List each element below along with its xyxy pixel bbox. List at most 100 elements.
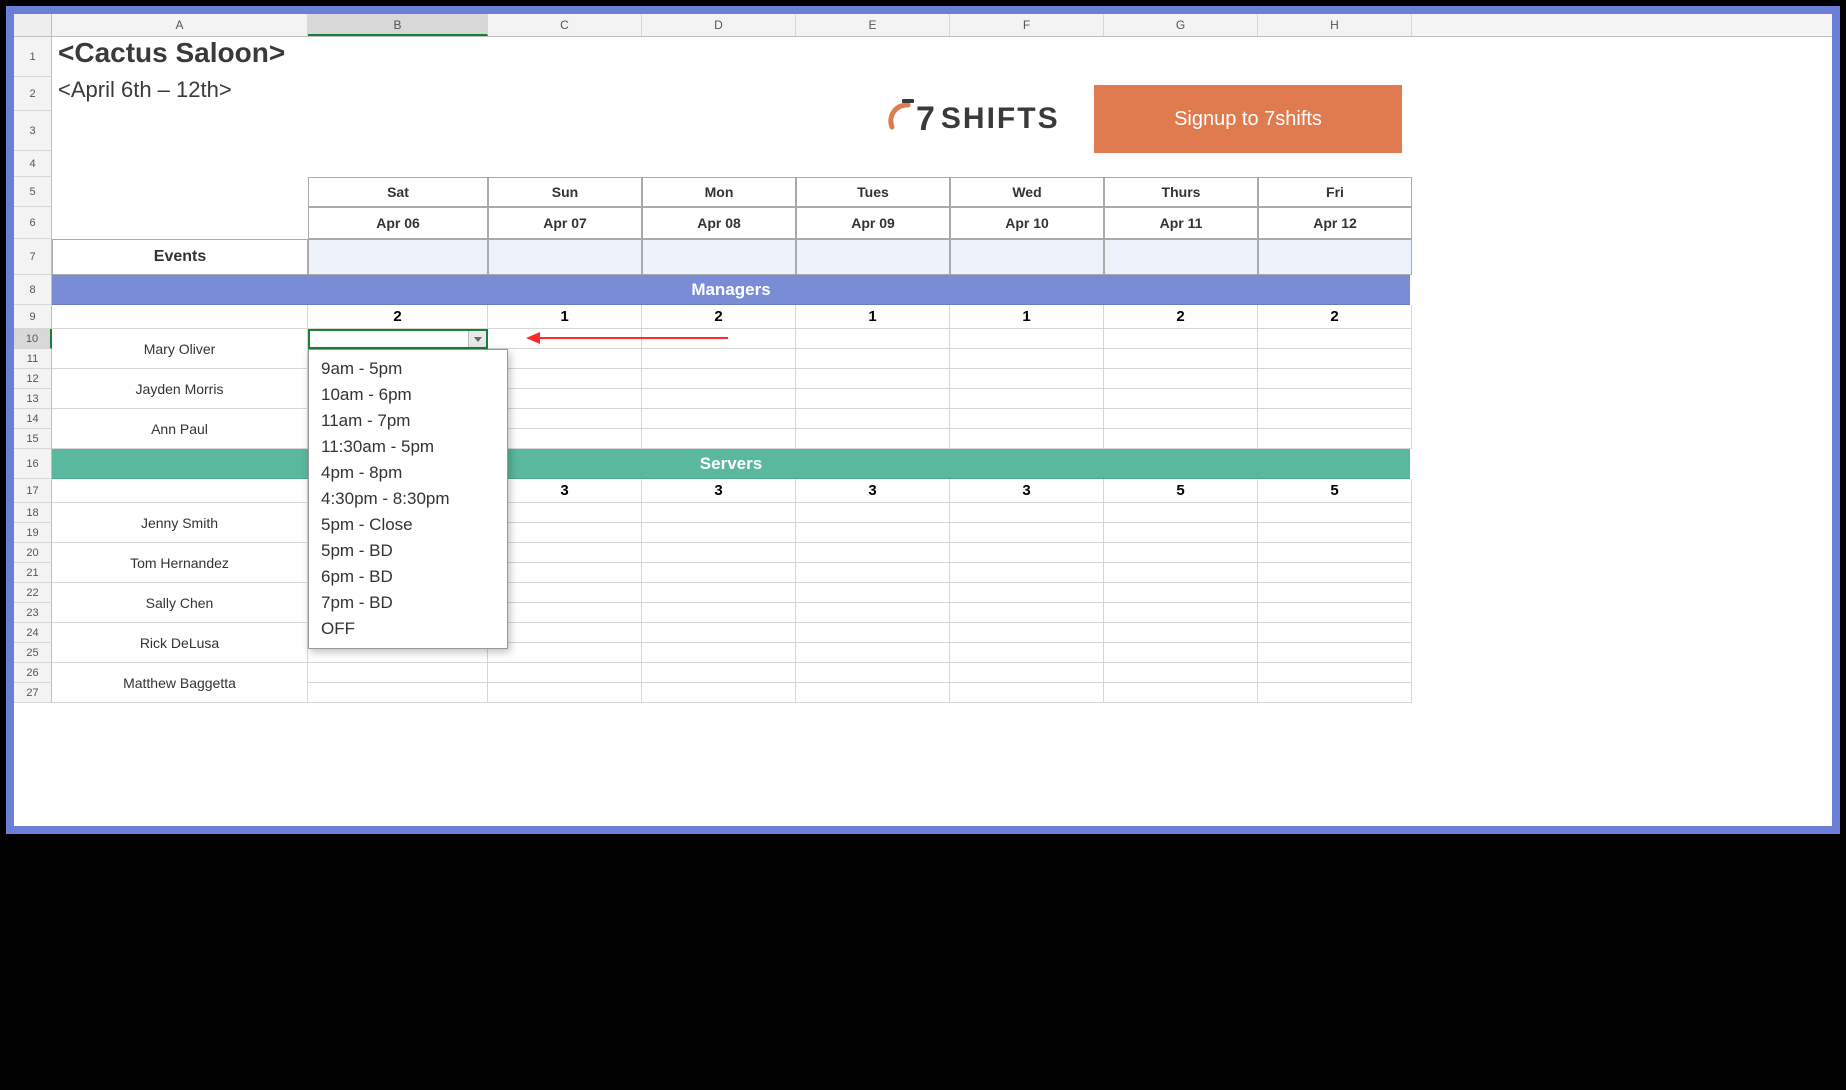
cell-B26[interactable]	[308, 663, 488, 683]
events-label[interactable]: Events	[52, 239, 308, 275]
srv-count-thu[interactable]: 5	[1104, 479, 1258, 503]
row-header-7[interactable]: 7	[14, 239, 52, 275]
cell-E19[interactable]	[796, 523, 950, 543]
row-header-4[interactable]: 4	[14, 151, 52, 177]
dropdown-option-1[interactable]: 10am - 6pm	[309, 382, 507, 408]
cell-H21[interactable]	[1258, 563, 1412, 583]
cell-G13[interactable]	[1104, 389, 1258, 409]
date-6[interactable]: Apr 12	[1258, 207, 1412, 239]
mgr-count-thu[interactable]: 2	[1104, 305, 1258, 329]
cell-H23[interactable]	[1258, 603, 1412, 623]
row-header-6[interactable]: 6	[14, 207, 52, 239]
row-header-11[interactable]: 11	[14, 349, 52, 369]
col-header-D[interactable]: D	[642, 14, 796, 36]
date-0[interactable]: Apr 06	[308, 207, 488, 239]
cell-G23[interactable]	[1104, 603, 1258, 623]
cell-C15[interactable]	[488, 429, 642, 449]
event-sun[interactable]	[488, 239, 642, 275]
date-5[interactable]: Apr 11	[1104, 207, 1258, 239]
cell-G21[interactable]	[1104, 563, 1258, 583]
shift-dropdown-list[interactable]: 9am - 5pm 10am - 6pm 11am - 7pm 11:30am …	[308, 349, 508, 649]
cell-G26[interactable]	[1104, 663, 1258, 683]
cell-C24[interactable]	[488, 623, 642, 643]
cell-G20[interactable]	[1104, 543, 1258, 563]
day-tue[interactable]: Tues	[796, 177, 950, 207]
mgr-count-sat[interactable]: 2	[308, 305, 488, 329]
cell-F19[interactable]	[950, 523, 1104, 543]
day-sun[interactable]: Sun	[488, 177, 642, 207]
event-thu[interactable]	[1104, 239, 1258, 275]
mgr-count-fri[interactable]: 2	[1258, 305, 1412, 329]
srv-count-tue[interactable]: 3	[796, 479, 950, 503]
day-mon[interactable]: Mon	[642, 177, 796, 207]
cell-D22[interactable]	[642, 583, 796, 603]
cell-F18[interactable]	[950, 503, 1104, 523]
cell-F25[interactable]	[950, 643, 1104, 663]
cell-B10-selected[interactable]	[308, 329, 488, 349]
cell-D13[interactable]	[642, 389, 796, 409]
cell-C20[interactable]	[488, 543, 642, 563]
col-header-E[interactable]: E	[796, 14, 950, 36]
page-title[interactable]: <Cactus Saloon>	[52, 37, 285, 69]
cell-G14[interactable]	[1104, 409, 1258, 429]
day-thu[interactable]: Thurs	[1104, 177, 1258, 207]
col-header-B[interactable]: B	[308, 14, 488, 36]
row-header-21[interactable]: 21	[14, 563, 52, 583]
cell-F10[interactable]	[950, 329, 1104, 349]
row-header-10[interactable]: 10	[14, 329, 52, 349]
cell-D27[interactable]	[642, 683, 796, 703]
cell-B27[interactable]	[308, 683, 488, 703]
row-header-27[interactable]: 27	[14, 683, 52, 703]
dropdown-option-8[interactable]: 6pm - BD	[309, 564, 507, 590]
cell-E13[interactable]	[796, 389, 950, 409]
mgr-count-tue[interactable]: 1	[796, 305, 950, 329]
cell-D24[interactable]	[642, 623, 796, 643]
cell-H18[interactable]	[1258, 503, 1412, 523]
cell-E15[interactable]	[796, 429, 950, 449]
row-header-1[interactable]: 1	[14, 37, 52, 77]
srv-count-sun[interactable]: 3	[488, 479, 642, 503]
cell-G24[interactable]	[1104, 623, 1258, 643]
srv-count-wed[interactable]: 3	[950, 479, 1104, 503]
row-header-5[interactable]: 5	[14, 177, 52, 207]
cell-H12[interactable]	[1258, 369, 1412, 389]
cell-H20[interactable]	[1258, 543, 1412, 563]
col-header-F[interactable]: F	[950, 14, 1104, 36]
row-header-14[interactable]: 14	[14, 409, 52, 429]
row-header-20[interactable]: 20	[14, 543, 52, 563]
cell-C25[interactable]	[488, 643, 642, 663]
cell-C27[interactable]	[488, 683, 642, 703]
cell-E23[interactable]	[796, 603, 950, 623]
cell-H26[interactable]	[1258, 663, 1412, 683]
cell-D14[interactable]	[642, 409, 796, 429]
col-header-A[interactable]: A	[52, 14, 308, 36]
cell-E21[interactable]	[796, 563, 950, 583]
srv-count-mon[interactable]: 3	[642, 479, 796, 503]
row-header-3[interactable]: 3	[14, 111, 52, 151]
cell-C21[interactable]	[488, 563, 642, 583]
cell-H27[interactable]	[1258, 683, 1412, 703]
cell-E26[interactable]	[796, 663, 950, 683]
cell-D23[interactable]	[642, 603, 796, 623]
day-sat[interactable]: Sat	[308, 177, 488, 207]
cell-C19[interactable]	[488, 523, 642, 543]
col-header-G[interactable]: G	[1104, 14, 1258, 36]
row-header-19[interactable]: 19	[14, 523, 52, 543]
cell-C13[interactable]	[488, 389, 642, 409]
dropdown-option-10[interactable]: OFF	[309, 616, 507, 642]
cell-D21[interactable]	[642, 563, 796, 583]
cell-G19[interactable]	[1104, 523, 1258, 543]
cell-E24[interactable]	[796, 623, 950, 643]
mgr-name-0[interactable]: Mary Oliver	[52, 329, 308, 369]
row-header-15[interactable]: 15	[14, 429, 52, 449]
event-sat[interactable]	[308, 239, 488, 275]
cell-H13[interactable]	[1258, 389, 1412, 409]
select-all-corner[interactable]	[14, 14, 52, 36]
cell-F20[interactable]	[950, 543, 1104, 563]
row-header-13[interactable]: 13	[14, 389, 52, 409]
cell-F27[interactable]	[950, 683, 1104, 703]
dropdown-option-7[interactable]: 5pm - BD	[309, 538, 507, 564]
cell-F21[interactable]	[950, 563, 1104, 583]
cell-E20[interactable]	[796, 543, 950, 563]
cell-C26[interactable]	[488, 663, 642, 683]
